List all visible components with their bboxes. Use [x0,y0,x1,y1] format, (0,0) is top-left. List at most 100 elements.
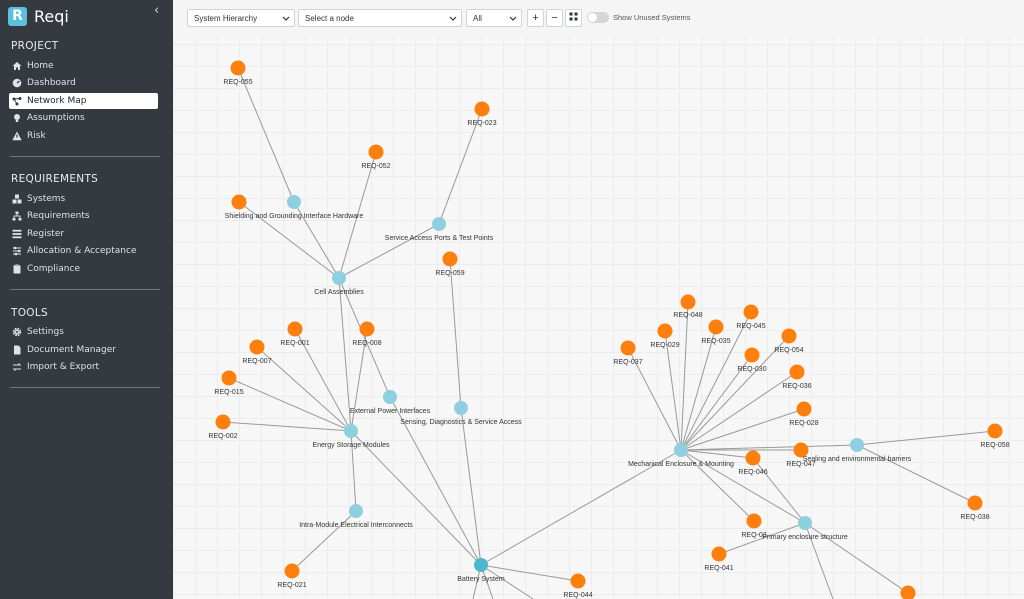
requirement-node-circle[interactable] [900,585,916,599]
nav-label: Allocation & Acceptance [27,246,137,256]
nav-item-dashboard[interactable]: Dashboard [9,75,158,91]
node-energy-storage-modules[interactable]: Energy Storage Modules [312,424,390,449]
node-label: Battery System [457,576,505,583]
system-node-circle[interactable] [383,390,397,404]
nav-item-requirements[interactable]: Requirements [9,208,158,224]
node-req-046[interactable]: REQ-046 [738,450,768,477]
node-external-power-interfaces[interactable]: External Power Interfaces [350,390,431,415]
requirement-node-circle[interactable] [221,370,237,386]
node-req-015[interactable]: REQ-015 [214,370,244,397]
edge [228,377,352,432]
system-node-circle[interactable] [344,424,358,438]
nav-item-risk[interactable]: Risk [9,128,158,144]
node-req-052[interactable]: REQ-052 [361,144,391,171]
nav-item-import-export[interactable]: Import & Export [9,359,158,375]
node-req-sg[interactable] [231,194,247,210]
requirement-node-circle[interactable] [987,423,1003,439]
nav-item-network-map[interactable]: Network Map [9,93,158,109]
nav-item-register[interactable]: Register [9,226,158,242]
node-req-br[interactable] [900,585,916,599]
node-req-001[interactable]: REQ-001 [280,321,310,348]
requirement-node-circle[interactable] [680,294,696,310]
root-node-circle[interactable] [474,558,488,572]
requirement-node-circle[interactable] [620,340,636,356]
requirement-node-circle[interactable] [745,450,761,466]
node-intra-module-electrical-interconnects[interactable]: Intra-Module Electrical Interconnects [299,504,413,529]
brand-logo: R [8,6,27,26]
brand[interactable]: R Reqi [8,5,69,27]
requirement-node-circle[interactable] [230,60,246,76]
node-req-029[interactable]: REQ-029 [650,323,680,350]
system-node-circle[interactable] [332,271,346,285]
requirement-node-circle[interactable] [231,194,247,210]
node-label: REQ-035 [701,338,730,345]
node-sealing-and-environmental-barriers[interactable]: Sealing and environmental barriers [803,438,912,463]
requirement-node-circle[interactable] [215,414,231,430]
network-map-canvas[interactable]: System Hierarchy Select a node All + − S… [173,0,1024,599]
system-node-circle[interactable] [349,504,363,518]
node-req-059[interactable]: REQ-059 [435,251,465,278]
requirement-node-circle[interactable] [287,321,303,337]
requirement-node-circle[interactable] [711,546,727,562]
requirement-node-circle[interactable] [743,304,759,320]
requirement-node-circle[interactable] [789,364,805,380]
requirement-node-circle[interactable] [284,563,300,579]
requirement-node-circle[interactable] [474,101,490,117]
node-req-054[interactable]: REQ-054 [774,328,804,355]
network-graph[interactable]: REQ-055 REQ-023 REQ-052 Shielding and Groun… [173,0,1024,599]
collapse-sidebar-icon[interactable]: ‹ [154,3,159,18]
requirement-node-circle[interactable] [570,573,586,589]
node-req-058[interactable]: REQ-058 [980,423,1010,450]
node-req-045[interactable]: REQ-045 [736,304,766,331]
node-req-037[interactable]: REQ-037 [613,340,643,367]
requirement-node-circle[interactable] [368,144,384,160]
node-req-048[interactable]: REQ-048 [673,294,703,320]
nav-item-compliance[interactable]: Compliance [9,261,158,277]
nav-item-home[interactable]: Home [9,58,158,74]
node-req-028[interactable]: REQ-028 [789,401,819,428]
node-req-007[interactable]: REQ-007 [242,339,272,366]
exchange-icon [12,362,22,372]
node-req-055[interactable]: REQ-055 [223,60,253,87]
requirement-node-circle[interactable] [781,328,797,344]
node-req-044[interactable]: REQ-044 [563,573,593,599]
node-req-002[interactable]: REQ-002 [208,414,238,441]
requirement-node-circle[interactable] [708,319,724,335]
requirement-node-circle[interactable] [744,347,760,363]
node-req-023[interactable]: REQ-023 [467,101,497,128]
requirement-node-circle[interactable] [657,323,673,339]
node-service-access-ports-test-points[interactable]: Service Access Ports & Test Points [385,217,494,242]
system-node-circle[interactable] [432,217,446,231]
node-cell-assemblies[interactable]: Cell Assemblies [314,271,364,296]
system-node-circle[interactable] [674,443,688,457]
nav-label: Network Map [27,96,87,106]
system-node-circle[interactable] [850,438,864,452]
node-label: REQ-015 [214,389,243,396]
node-label: Sealing and environmental barriers [803,456,912,463]
node-label: Mechanical Enclosure & Mounting [628,461,734,468]
node-label: REQ-008 [352,340,381,347]
requirement-node-circle[interactable] [249,339,265,355]
node-req-036[interactable]: REQ-036 [782,364,812,391]
requirement-node-circle[interactable] [746,513,762,529]
system-node-circle[interactable] [454,401,468,415]
node-primary-enclosure-structure[interactable]: Primary enclosure structure [762,516,848,541]
requirement-node-circle[interactable] [796,401,812,417]
system-node-circle[interactable] [798,516,812,530]
requirement-node-circle[interactable] [442,251,458,267]
node-battery-system[interactable]: Battery System [457,558,505,583]
nav-item-document-manager[interactable]: Document Manager [9,342,158,358]
node-req-008[interactable]: REQ-008 [352,321,382,348]
node-req-035[interactable]: REQ-035 [701,319,731,346]
node-req-038[interactable]: REQ-038 [960,495,990,522]
system-node-circle[interactable] [287,195,301,209]
nav-item-assumptions[interactable]: Assumptions [9,110,158,126]
node-req-021[interactable]: REQ-021 [277,563,307,590]
nav-item-allocation-acceptance[interactable]: Allocation & Acceptance [9,243,158,259]
nav-item-settings[interactable]: Settings [9,324,158,340]
requirement-node-circle[interactable] [967,495,983,511]
requirement-node-circle[interactable] [359,321,375,337]
node-req-030[interactable]: REQ-030 [737,347,767,374]
node-mechanical-enclosure-mounting[interactable]: Mechanical Enclosure & Mounting [628,443,734,468]
nav-item-systems[interactable]: Systems [9,191,158,207]
